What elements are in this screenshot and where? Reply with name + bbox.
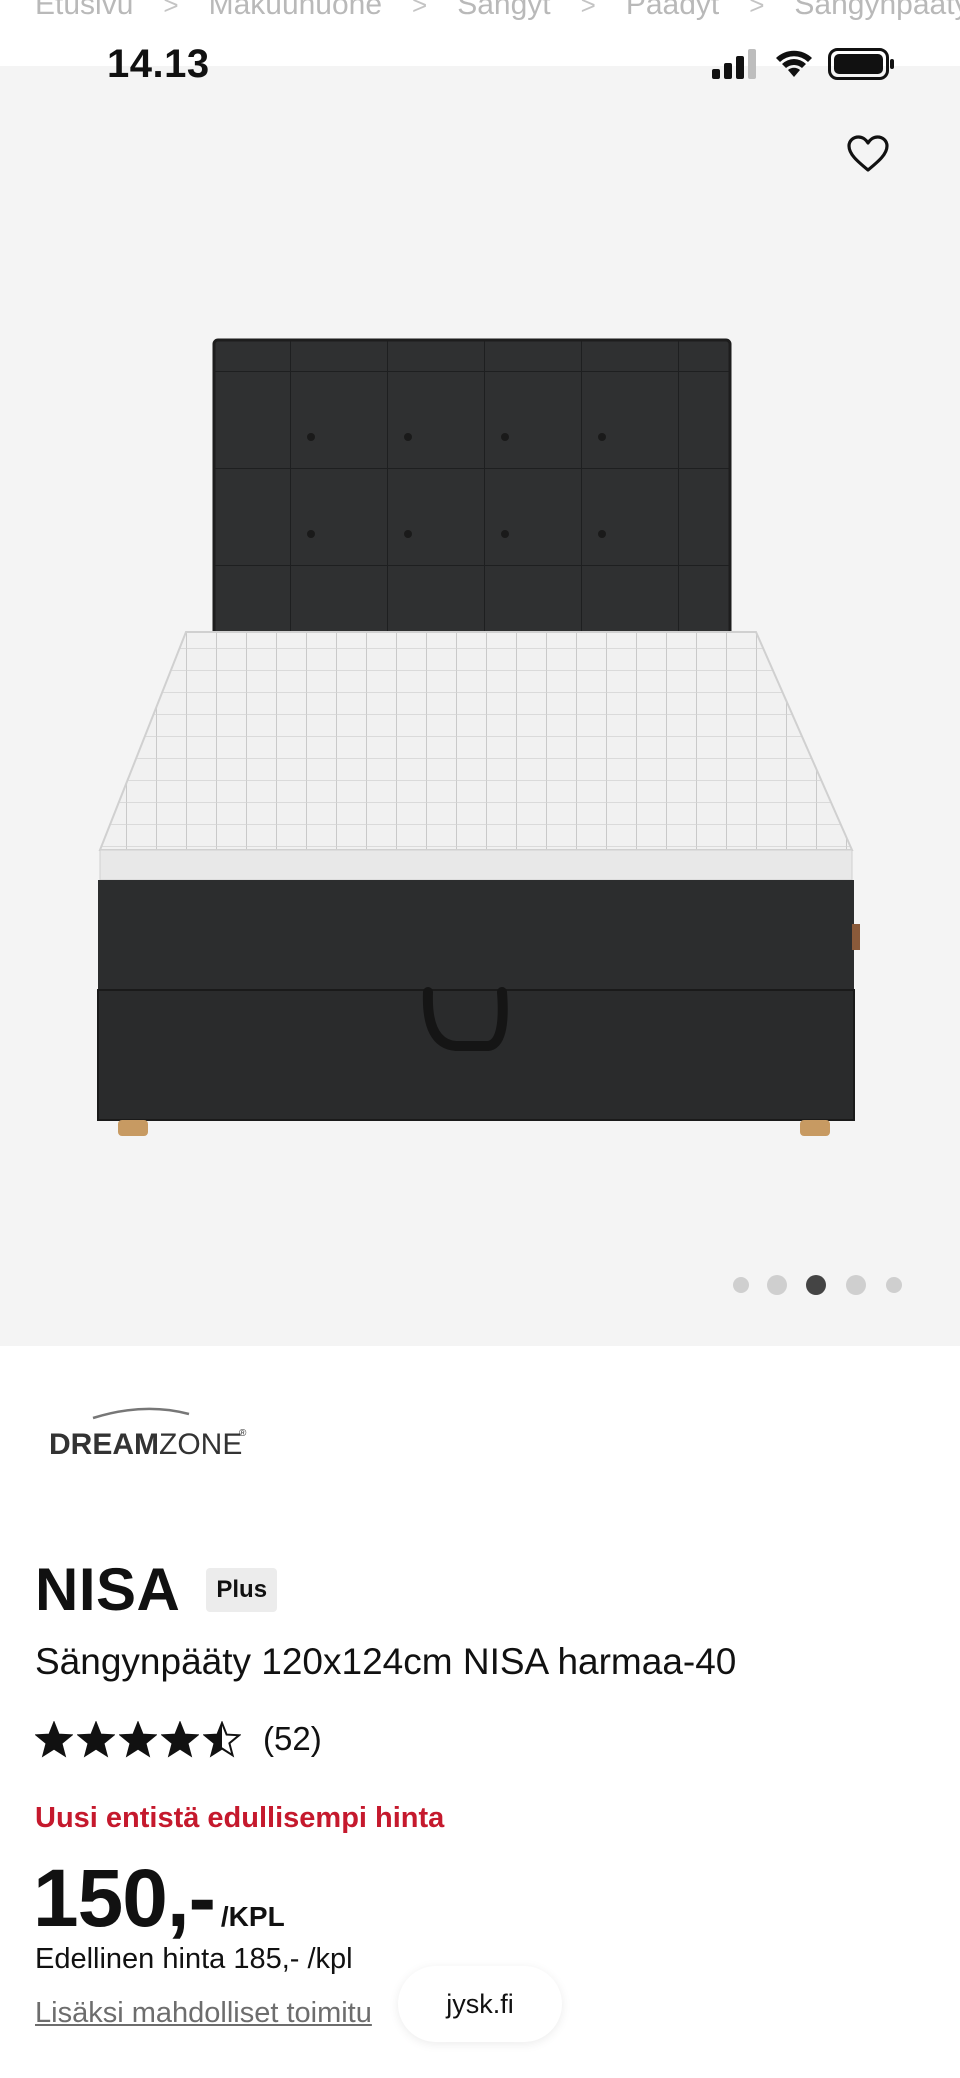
star-filled-icon [161,1720,199,1758]
product-gallery[interactable] [0,66,960,1346]
gallery-dot-5[interactable] [886,1277,902,1293]
product-title-row: NISA Plus [35,1555,278,1624]
breadcrumb-item-home[interactable]: Etusivu [35,0,133,22]
browser-url[interactable]: jysk.fi [446,1989,514,2020]
breadcrumb-item-current[interactable]: Sängynpääty [794,0,960,22]
plus-badge: Plus [206,1567,278,1612]
brand-logo[interactable]: DREAM ZONE ® [49,1406,259,1460]
cellular-signal-icon [712,49,756,79]
gallery-pagination [0,1270,960,1300]
rating[interactable]: (52) [35,1720,322,1758]
product-image [97,338,860,1136]
rating-stars [35,1720,241,1758]
battery-icon [828,48,894,80]
gallery-dot-2[interactable] [767,1275,787,1295]
svg-text:DREAM: DREAM [49,1428,159,1460]
wifi-icon [776,50,812,77]
heart-outline-icon [847,135,889,172]
product-subtitle: Sängynpääty 120x124cm NISA harmaa-40 [35,1641,737,1682]
gallery-dot-1[interactable] [733,1277,749,1293]
product-name: NISA [35,1556,181,1623]
status-bar: 14.13 [0,30,960,86]
favorite-button[interactable] [846,132,890,176]
mattress-topper [98,631,854,851]
chevron-right-icon: > [412,0,428,20]
chevron-right-icon: > [580,0,596,20]
status-time: 14.13 [107,42,210,86]
star-filled-icon [119,1720,157,1758]
breadcrumb-item-beds[interactable]: Sängyt [457,0,550,22]
previous-price: Edellinen hinta 185,- /kpl [35,1943,353,1975]
gallery-dot-3-active[interactable] [806,1275,826,1295]
chevron-right-icon: > [749,0,765,20]
bed-base [98,880,854,990]
star-filled-icon [77,1720,115,1758]
price-unit: /KPL [220,1901,285,1932]
breadcrumb-item-headboards[interactable]: Päädyt [626,0,719,22]
status-icons [712,48,896,80]
chevron-right-icon: > [163,0,179,20]
svg-text:ZONE: ZONE [159,1428,242,1460]
breadcrumb-item-bedroom[interactable]: Makuuhuone [209,0,382,22]
review-count[interactable]: (52) [263,1720,322,1758]
gallery-dot-4[interactable] [846,1275,866,1295]
shipping-info-link[interactable]: Lisäksi mahdolliset toimitu [35,1997,372,2030]
browser-url-pill[interactable]: jysk.fi [398,1966,562,2042]
price: 150,- [33,1853,216,1944]
svg-text:®: ® [239,1428,247,1439]
breadcrumb: Etusivu > Makuuhuone > Sängyt > Päädyt >… [0,0,960,30]
star-half-icon [203,1720,241,1758]
price-row: 150,- /KPL [33,1852,285,1946]
star-filled-icon [35,1720,73,1758]
headboard [214,340,730,660]
price-note: Uusi entistä edullisempi hinta [35,1802,445,1834]
